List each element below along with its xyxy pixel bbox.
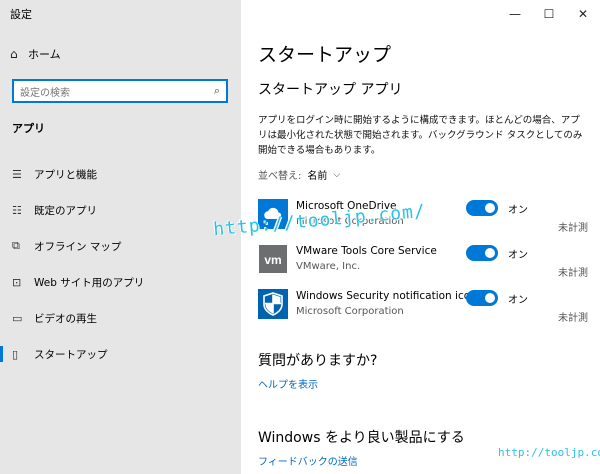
toggle-state: オン [508, 295, 528, 306]
sidebar-item-label: 既定のアプリ [34, 204, 97, 217]
title-bar: 設定 — ☐ ✕ [0, 0, 600, 28]
app-publisher: Microsoft Corporation [296, 306, 404, 317]
toggle-state: オン [508, 250, 528, 261]
video-playback-icon: ▭ [12, 311, 23, 325]
svg-text:vm: vm [264, 253, 281, 267]
offline-maps-icon: ⧉ [12, 239, 20, 252]
startup-impact: 未計測 [558, 223, 588, 234]
watermark-text: http://tooljp.com [498, 446, 600, 459]
question-heading: 質問がありますか? [258, 353, 378, 369]
section-title: アプリ [12, 122, 45, 135]
home-icon: ⌂ [10, 47, 18, 61]
sidebar-item-label: ビデオの再生 [34, 312, 97, 325]
page-title: スタートアップ [258, 44, 392, 66]
sidebar: ⌂ ホーム 設定の検索 ⌕ アプリ ☰ アプリと機能 ☷ 既定のアプリ ⧉ オフ… [0, 28, 241, 474]
app-name: VMware Tools Core Service [296, 245, 437, 257]
startup-toggle[interactable] [466, 200, 498, 216]
sidebar-item-apps-features[interactable]: ☰ アプリと機能 [0, 156, 241, 192]
apps-for-websites-icon: ⊡ [12, 275, 22, 289]
main-content: スタートアップ スタートアップ アプリ アプリをログイン時に開始するように構成で… [241, 28, 600, 474]
apps-features-icon: ☰ [12, 167, 22, 181]
sidebar-item-label: アプリと機能 [34, 168, 97, 181]
search-icon[interactable]: ⌕ [214, 84, 220, 98]
sidebar-nav: ☰ アプリと機能 ☷ 既定のアプリ ⧉ オフライン マップ ⊡ Web サイト用… [0, 156, 241, 372]
toggle-knob [485, 248, 495, 258]
startup-toggle[interactable] [466, 245, 498, 261]
sidebar-item-video-playback[interactable]: ▭ ビデオの再生 [0, 300, 241, 336]
toggle-knob [485, 203, 495, 213]
minimize-button[interactable]: — [498, 0, 532, 28]
chevron-down-icon[interactable]: ⌵ [333, 170, 340, 180]
windows-security-icon [258, 289, 288, 319]
home-link[interactable]: ⌂ ホーム [10, 46, 61, 62]
sidebar-item-startup[interactable]: ▯ スタートアップ [0, 336, 241, 372]
sidebar-item-offline-maps[interactable]: ⧉ オフライン マップ [0, 228, 241, 264]
close-button[interactable]: ✕ [566, 0, 600, 28]
search-box[interactable]: 設定の検索 ⌕ [12, 79, 228, 103]
startup-app-row: vm VMware Tools Core Service VMware, Inc… [258, 242, 588, 282]
startup-impact: 未計測 [558, 313, 588, 324]
default-apps-icon: ☷ [12, 203, 22, 217]
active-indicator [0, 346, 3, 362]
startup-impact: 未計測 [558, 268, 588, 279]
home-label: ホーム [28, 48, 61, 61]
maximize-button[interactable]: ☐ [532, 0, 566, 28]
vmware-icon: vm [258, 244, 288, 274]
sidebar-item-label: Web サイト用のアプリ [34, 276, 145, 289]
section-heading: スタートアップ アプリ [258, 82, 403, 98]
help-link[interactable]: ヘルプを表示 [258, 376, 318, 391]
sidebar-item-label: スタートアップ [34, 348, 108, 361]
toggle-state: オン [508, 205, 528, 216]
window-title: 設定 [0, 0, 241, 28]
feedback-heading: Windows をより良い製品にする [258, 430, 465, 446]
sort-value[interactable]: 名前 [307, 167, 327, 182]
toggle-knob [485, 293, 495, 303]
sort-control[interactable]: 並べ替え: 名前 ⌵ [258, 167, 340, 183]
sidebar-item-apps-for-websites[interactable]: ⊡ Web サイト用のアプリ [0, 264, 241, 300]
app-publisher: VMware, Inc. [296, 261, 361, 272]
feedback-link[interactable]: フィードバックの送信 [258, 453, 358, 468]
app-name: Windows Security notification icon [296, 290, 477, 302]
startup-toggle[interactable] [466, 290, 498, 306]
startup-icon: ▯ [12, 347, 19, 361]
sort-label: 並べ替え: [258, 171, 302, 182]
description: アプリをログイン時に開始するように構成できます。ほとんどの場合、アプリは最小化さ… [258, 115, 583, 156]
sidebar-item-default-apps[interactable]: ☷ 既定のアプリ [0, 192, 241, 228]
startup-app-row: Windows Security notification icon Micro… [258, 287, 588, 327]
search-input[interactable]: 設定の検索 [20, 84, 214, 99]
sidebar-item-label: オフライン マップ [34, 240, 122, 253]
